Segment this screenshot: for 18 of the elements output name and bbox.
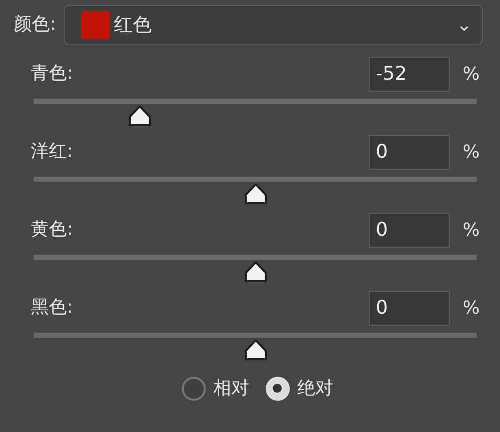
- radio-button[interactable]: [182, 376, 206, 400]
- slider-label: 洋红:: [31, 143, 74, 161]
- caret-icon: ⌄: [456, 12, 472, 38]
- value-field[interactable]: -52: [369, 56, 450, 92]
- percent-sign: %: [462, 296, 480, 320]
- percent-sign: %: [462, 140, 480, 164]
- slider-label: 黑色:: [31, 299, 74, 317]
- radio-label: 绝对: [298, 377, 334, 401]
- value-field[interactable]: 0: [369, 134, 450, 170]
- color-dropdown[interactable]: 红色 ⌄: [64, 5, 483, 45]
- slider-label: 青色:: [31, 65, 74, 83]
- percent-sign: %: [462, 62, 480, 86]
- percent-sign: %: [462, 218, 480, 242]
- radio-label: 相对: [214, 377, 250, 401]
- field-label: 颜色:: [14, 16, 56, 34]
- value-field[interactable]: 0: [369, 290, 450, 326]
- slider-label: 黄色:: [31, 221, 74, 239]
- value-field[interactable]: 0: [369, 212, 450, 248]
